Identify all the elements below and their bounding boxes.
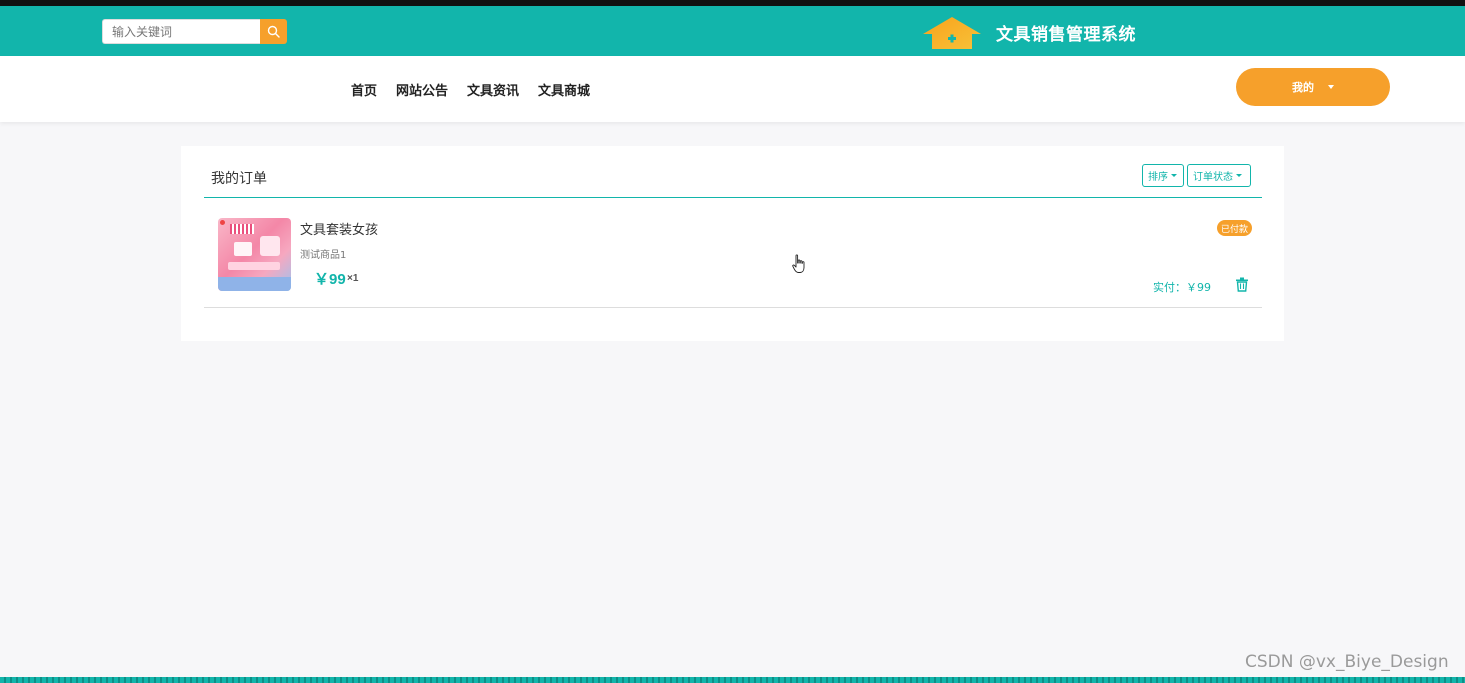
page-title: 我的订单: [211, 171, 267, 187]
product-price: ￥99: [314, 271, 346, 288]
product-subtitle: 测试商品1: [300, 250, 347, 261]
order-status-label: 订单状态: [1193, 172, 1233, 183]
orders-panel-header: 我的订单 排序 订单状态: [204, 146, 1262, 198]
header-bar: 文具销售管理系统: [0, 6, 1465, 56]
nav-home[interactable]: 首页: [351, 80, 377, 99]
house-logo-icon: [923, 17, 981, 49]
search-button[interactable]: [260, 19, 287, 44]
thumbnail-box: [260, 236, 280, 256]
search-input[interactable]: [102, 19, 260, 44]
search-icon: [267, 25, 280, 38]
app-title: 文具销售管理系统: [996, 25, 1136, 45]
product-quantity: ×1: [347, 273, 359, 284]
trash-icon[interactable]: [1235, 277, 1249, 292]
search-box: [102, 19, 287, 44]
chevron-down-icon: [1236, 174, 1242, 177]
nav-news[interactable]: 文具资讯: [467, 80, 519, 99]
chevron-down-icon: [1328, 85, 1334, 89]
watermark: CSDN @vx_Biye_Design: [1245, 652, 1449, 672]
thumbnail-box: [234, 242, 252, 256]
hand-cursor-icon: [792, 254, 805, 273]
my-account-label: 我的: [1292, 81, 1314, 94]
status-badge: 已付款: [1217, 220, 1253, 236]
sort-dropdown[interactable]: 排序: [1142, 164, 1184, 187]
product-name[interactable]: 文具套装女孩: [300, 219, 378, 238]
nav-shop[interactable]: 文具商城: [538, 80, 590, 99]
chevron-down-icon: [1171, 174, 1177, 177]
order-status-dropdown[interactable]: 订单状态: [1187, 164, 1251, 187]
product-thumbnail[interactable]: [218, 218, 291, 291]
bottom-border: [0, 677, 1465, 683]
thumbnail-pens: [230, 224, 254, 234]
nav-announcements[interactable]: 网站公告: [396, 80, 448, 99]
nav-links: 首页 网站公告 文具资讯 文具商城: [351, 80, 590, 99]
thumbnail-dot: [220, 220, 225, 225]
actual-paid: 实付：￥99: [1153, 281, 1211, 294]
thumbnail-box: [228, 262, 280, 270]
main-navbar: 首页 网站公告 文具资讯 文具商城 我的: [0, 56, 1465, 122]
sort-label: 排序: [1148, 172, 1168, 183]
order-row[interactable]: 文具套装女孩 测试商品1 ￥99 ×1 已付款 实付：￥99: [204, 198, 1262, 308]
orders-panel: 我的订单 排序 订单状态 文具套装女孩 测试商品1 ￥99 ×1 已付款 实付：…: [181, 146, 1284, 341]
thumbnail-band: [218, 277, 291, 291]
my-account-button[interactable]: 我的: [1236, 68, 1390, 106]
